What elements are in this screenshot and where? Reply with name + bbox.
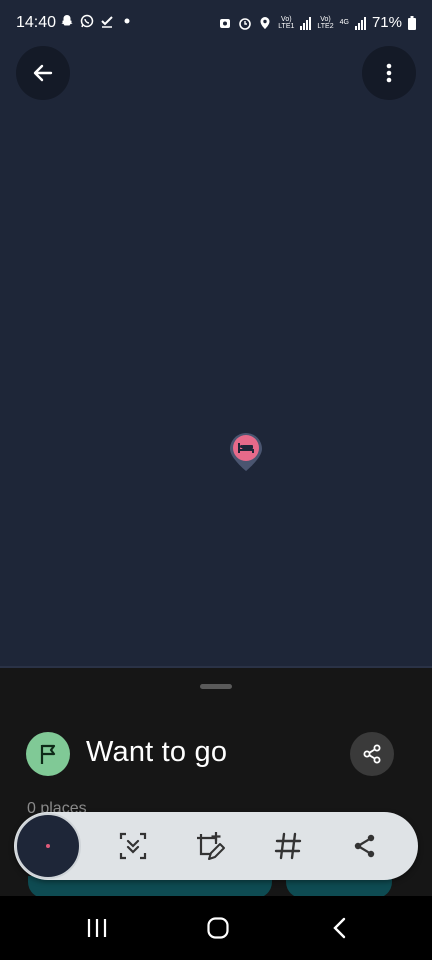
arrow-back-icon bbox=[33, 64, 53, 82]
network-3: 4G bbox=[339, 19, 349, 26]
recents-button[interactable] bbox=[77, 910, 117, 946]
back-button[interactable] bbox=[16, 46, 70, 100]
status-time: 14:40 bbox=[16, 14, 57, 31]
scroll-capture-icon bbox=[119, 832, 147, 860]
edit-screenshot-button[interactable] bbox=[192, 828, 228, 864]
system-nav-bar bbox=[0, 896, 432, 960]
share-list-button[interactable] bbox=[350, 732, 394, 776]
battery-icon bbox=[408, 15, 416, 30]
snapchat-icon bbox=[61, 15, 73, 26]
share-screenshot-button[interactable] bbox=[347, 828, 383, 864]
network-1: Vo) LTE1 bbox=[278, 15, 295, 30]
notification-icons bbox=[60, 14, 134, 28]
home-button[interactable] bbox=[198, 910, 238, 946]
alarm-icon bbox=[239, 17, 251, 30]
scroll-capture-button[interactable] bbox=[115, 828, 151, 864]
hashtag-button[interactable] bbox=[270, 828, 306, 864]
whatsapp-icon bbox=[80, 14, 94, 28]
check-icon bbox=[101, 16, 113, 28]
recents-icon bbox=[87, 919, 107, 937]
flag-icon bbox=[40, 744, 56, 764]
hotel-pin-marker[interactable] bbox=[229, 432, 263, 472]
thumbnail-pin-dot bbox=[46, 844, 50, 848]
drag-handle[interactable] bbox=[200, 684, 232, 689]
want-to-go-list-icon bbox=[26, 732, 70, 776]
location-icon bbox=[260, 16, 270, 29]
privacy-icon bbox=[220, 18, 231, 28]
system-icons: Vo) LTE1 Vo) LTE2 4G 71% bbox=[218, 14, 416, 31]
signal-1-icon bbox=[300, 16, 312, 30]
screenshot-thumbnail[interactable] bbox=[15, 813, 81, 879]
share-icon bbox=[354, 834, 375, 858]
hashtag-icon bbox=[274, 832, 302, 860]
edit-screenshot-icon bbox=[197, 832, 225, 860]
more-options-button[interactable] bbox=[362, 46, 416, 100]
battery-percent: 71% bbox=[371, 14, 402, 31]
dot-icon bbox=[124, 18, 130, 24]
home-icon bbox=[207, 917, 229, 939]
back-icon bbox=[333, 917, 346, 939]
screenshot-toolbar bbox=[14, 812, 418, 880]
more-vert-icon bbox=[386, 63, 392, 83]
share-icon bbox=[363, 744, 381, 764]
network-2: Vo) LTE2 bbox=[317, 15, 334, 30]
list-title: Want to go bbox=[86, 736, 228, 768]
map-view[interactable] bbox=[0, 48, 432, 668]
back-nav-button[interactable] bbox=[320, 910, 360, 946]
signal-2-icon bbox=[354, 16, 366, 30]
status-bar: 14:40 Vo) LTE1 Vo) LTE2 4G 71% bbox=[0, 0, 432, 48]
